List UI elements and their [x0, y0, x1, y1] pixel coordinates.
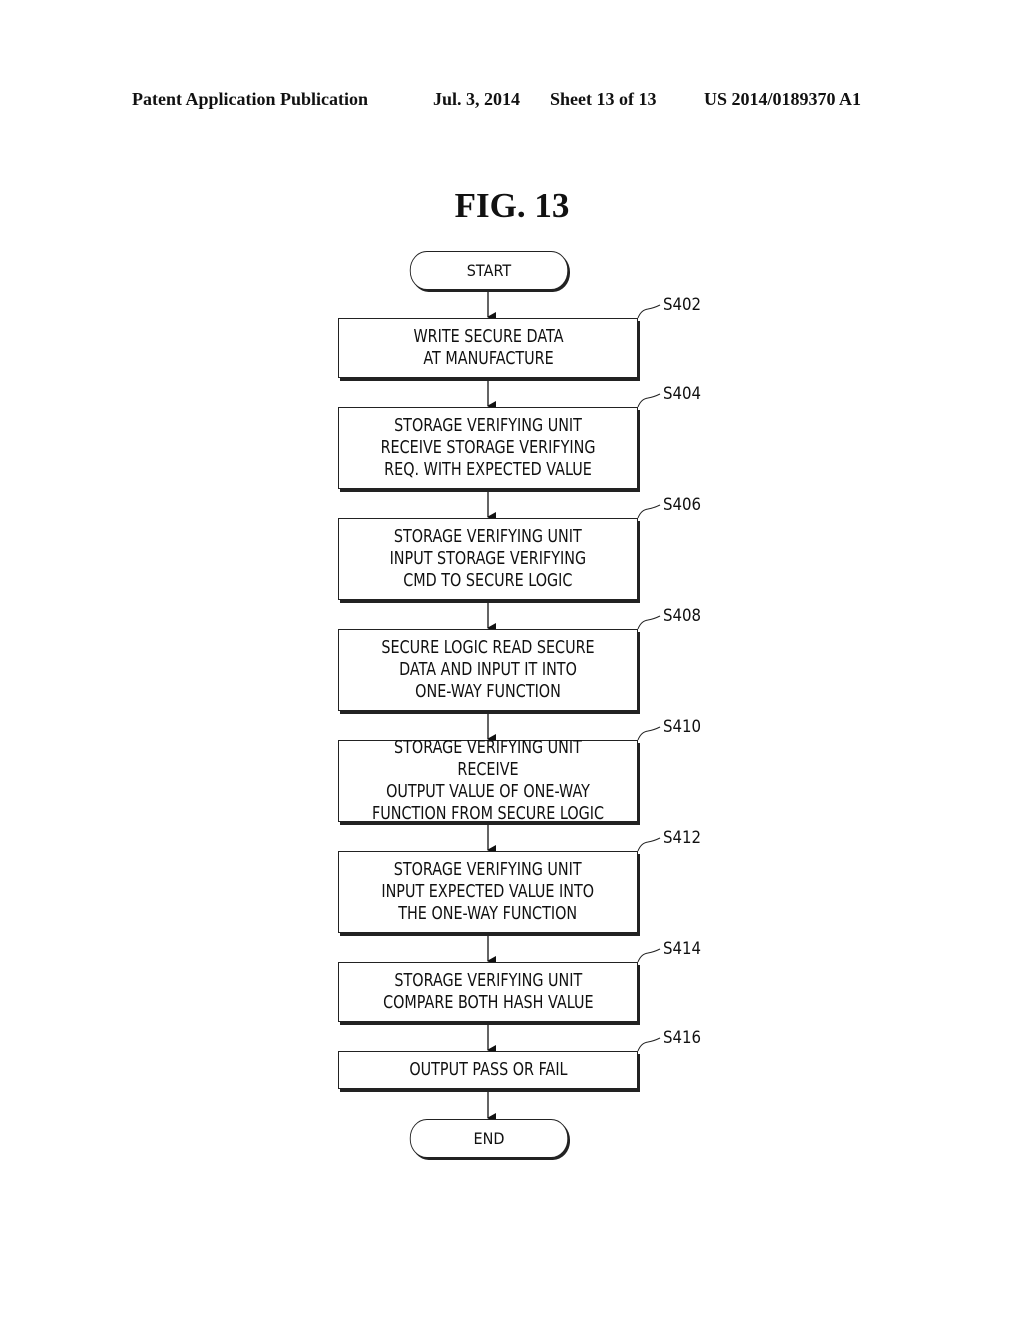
step-id-s414: S414 [663, 939, 702, 959]
step-id-s410: S410 [663, 717, 702, 737]
step-box-s406: STORAGE VERIFYING UNIT INPUT STORAGE VER… [338, 518, 638, 600]
step-leader-line [637, 304, 661, 319]
step-text: STORAGE VERIFYING UNIT COMPARE BOTH HASH… [382, 971, 594, 1013]
start-terminal: START [409, 251, 569, 290]
step-id-s402: S402 [663, 295, 702, 315]
step-box-s404: STORAGE VERIFYING UNIT RECEIVE STORAGE V… [338, 407, 638, 489]
step-id-s406: S406 [663, 495, 702, 515]
publication-label: Patent Application Publication [132, 89, 369, 109]
patent-number: US 2014/0189370 A1 [704, 89, 862, 109]
step-text: STORAGE VERIFYING UNIT RECEIVE OUTPUT VA… [371, 738, 605, 824]
step-text: WRITE SECURE DATA AT MANUFACTURE [412, 327, 564, 369]
step-text: SECURE LOGIC READ SECURE DATA AND INPUT … [381, 638, 595, 702]
step-leader-line [637, 837, 661, 852]
step-id-s416: S416 [663, 1028, 702, 1048]
step-text: OUTPUT PASS OR FAIL [408, 1060, 568, 1080]
start-label: START [466, 261, 512, 280]
step-leader-line [637, 504, 661, 519]
step-box-s408: SECURE LOGIC READ SECURE DATA AND INPUT … [338, 629, 638, 711]
step-leader-line [637, 615, 661, 630]
step-id-s404: S404 [663, 384, 702, 404]
step-text: STORAGE VERIFYING UNIT RECEIVE STORAGE V… [380, 416, 596, 480]
step-leader-line [637, 726, 661, 741]
step-leader-line [637, 1037, 661, 1052]
figure-title: FIG. 13 [454, 186, 570, 225]
step-box-s416: OUTPUT PASS OR FAIL [338, 1051, 638, 1089]
step-box-s412: STORAGE VERIFYING UNIT INPUT EXPECTED VA… [338, 851, 638, 933]
step-text: STORAGE VERIFYING UNIT INPUT STORAGE VER… [389, 527, 587, 591]
step-id-s412: S412 [663, 828, 702, 848]
step-leader-line [637, 948, 661, 963]
end-terminal: END [409, 1119, 569, 1158]
step-leader-line [637, 393, 661, 408]
step-box-s414: STORAGE VERIFYING UNIT COMPARE BOTH HASH… [338, 962, 638, 1022]
step-text: STORAGE VERIFYING UNIT INPUT EXPECTED VA… [381, 860, 595, 924]
sheet-number: Sheet 13 of 13 [550, 89, 657, 109]
step-id-s408: S408 [663, 606, 702, 626]
end-label: END [473, 1129, 505, 1148]
step-box-s410: STORAGE VERIFYING UNIT RECEIVE OUTPUT VA… [338, 738, 638, 824]
publication-date: Jul. 3, 2014 [433, 89, 521, 109]
step-box-s402: WRITE SECURE DATA AT MANUFACTURE [338, 318, 638, 378]
